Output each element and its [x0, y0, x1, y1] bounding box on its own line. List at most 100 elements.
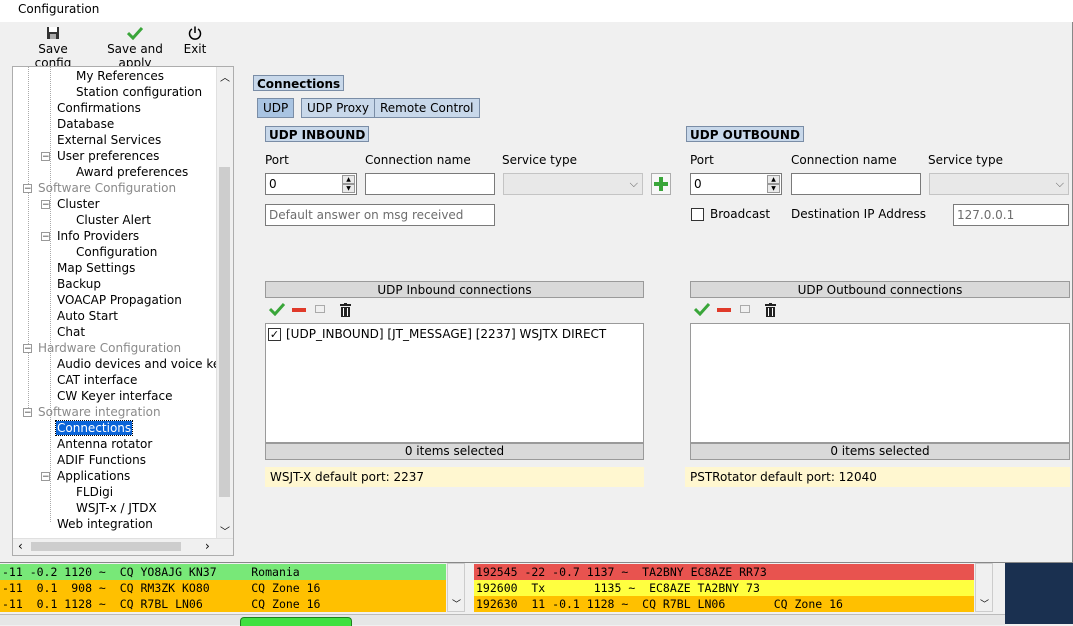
copy-icon[interactable]	[315, 305, 325, 313]
outbound-service-type-select[interactable]: ⌵	[929, 173, 1069, 195]
tree-item-applications[interactable]: Applications	[57, 468, 130, 484]
spin-up-icon[interactable]: ▲	[767, 175, 780, 184]
outbound-port-label: Port	[690, 153, 714, 167]
scrollbar-thumb[interactable]	[31, 542, 181, 551]
inbound-port-label: Port	[265, 153, 289, 167]
tree-vertical-scrollbar[interactable]: ︿ ﹀	[216, 67, 233, 539]
chevron-down-icon[interactable]: ﹀	[980, 597, 989, 610]
tree-item-software-integration[interactable]: Software integration	[38, 404, 161, 420]
outbound-connection-name-input[interactable]	[791, 173, 921, 195]
scrollbar-thumb[interactable]	[219, 167, 230, 497]
default-answer-placeholder: Default answer on msg received	[269, 208, 464, 222]
chevron-down-icon[interactable]: ﹀	[452, 597, 461, 610]
tree-item-voacap-propagation[interactable]: VOACAP Propagation	[57, 292, 182, 308]
inbound-service-type-select[interactable]: ⌵	[503, 173, 643, 195]
udp-inbound-list[interactable]: ✓ [UDP_INBOUND] [JT_MESSAGE] [2237] WSJT…	[265, 323, 644, 443]
settings-tree[interactable]: My References Station configuration Conf…	[12, 66, 234, 556]
tree-item-cluster-alert[interactable]: Cluster Alert	[76, 212, 151, 228]
collapse-toggle[interactable]: −	[23, 408, 32, 418]
tab-udp[interactable]: UDP	[257, 98, 295, 118]
udp-outbound-list-header: UDP Outbound connections	[690, 281, 1070, 298]
save-config-button[interactable]: Save config	[20, 26, 86, 70]
tree-item-antenna-rotator[interactable]: Antenna rotator	[57, 436, 152, 452]
save-and-apply-button[interactable]: Save and apply	[92, 26, 178, 70]
inbound-connection-name-input[interactable]	[365, 173, 495, 195]
collapse-toggle[interactable]: −	[41, 152, 50, 162]
window-title: Configuration	[18, 2, 100, 16]
tree-item-wsjtx-jtdx[interactable]: WSJT-x / JTDX	[76, 500, 157, 516]
trash-icon[interactable]	[765, 303, 776, 320]
remove-icon[interactable]	[717, 308, 731, 312]
tab-remote-control[interactable]: Remote Control	[374, 98, 480, 118]
spin-down-icon[interactable]: ▼	[342, 184, 355, 193]
tree-item-web-integration[interactable]: Web integration	[57, 516, 153, 532]
tree-item-award-preferences[interactable]: Award preferences	[76, 164, 188, 180]
outbound-port-input[interactable]: 0 ▲ ▼	[690, 173, 782, 195]
chevron-up-icon[interactable]: ︿	[220, 69, 230, 84]
tree-item-my-references[interactable]: My References	[76, 68, 164, 84]
tree-item-external-services[interactable]: External Services	[57, 132, 161, 148]
trash-icon[interactable]	[340, 303, 351, 320]
collapse-toggle[interactable]: −	[23, 184, 32, 194]
copy-icon[interactable]	[740, 305, 750, 313]
tree-horizontal-scrollbar[interactable]: ‹ ›	[13, 538, 233, 555]
left-decode-scrollbar[interactable]: ﹀	[447, 563, 465, 612]
remove-icon[interactable]	[292, 308, 306, 312]
tree-item-cw-keyer-interface[interactable]: CW Keyer interface	[57, 388, 172, 404]
udp-outbound-list[interactable]	[690, 323, 1070, 443]
decode-row[interactable]: 192545 -22 -0.7 1137 ~ TA2BNY EC8AZE RR7…	[474, 564, 974, 580]
spin-up-icon[interactable]: ▲	[342, 175, 355, 184]
inbound-port-input[interactable]: 0 ▲ ▼	[265, 173, 357, 195]
decode-row[interactable]: 192600 Tx 1135 ~ EC8AZE TA2BNY 73	[474, 580, 974, 596]
decode-row[interactable]: 192630 11 -0.1 1128 ~ CQ R7BL LN06 CQ Zo…	[474, 596, 974, 612]
default-answer-input[interactable]: Default answer on msg received	[265, 204, 495, 226]
pstrotator-port-hint: PSTRotator default port: 12040	[685, 467, 1070, 487]
chevron-right-icon[interactable]: ›	[205, 539, 210, 554]
tree-item-map-settings[interactable]: Map Settings	[57, 260, 135, 276]
decode-row[interactable]: -11 0.1 1128 ~ CQ R7BL LN06 CQ Zone 16	[0, 596, 446, 612]
tree-item-software-configuration[interactable]: Software Configuration	[38, 180, 176, 196]
list-item-label: [UDP_INBOUND] [JT_MESSAGE] [2237] WSJTX …	[286, 327, 607, 341]
right-decode-scrollbar[interactable]: ﹀	[975, 563, 993, 612]
destination-ip-input[interactable]: 127.0.0.1	[953, 204, 1069, 226]
chevron-left-icon[interactable]: ‹	[18, 539, 23, 554]
tree-item-user-preferences[interactable]: User preferences	[57, 148, 159, 164]
tree-item-cat-interface[interactable]: CAT interface	[57, 372, 137, 388]
tree-item-fldigi[interactable]: FLDigi	[76, 484, 113, 500]
tree-item-connections[interactable]: Connections	[54, 420, 134, 436]
collapse-toggle[interactable]: −	[41, 200, 50, 210]
exit-label: Exit	[183, 42, 207, 56]
tree-item-configuration[interactable]: Configuration	[76, 244, 157, 260]
spin-down-icon[interactable]: ▼	[767, 184, 780, 193]
collapse-toggle[interactable]: −	[23, 344, 32, 354]
outbound-list-toolbar	[690, 302, 810, 320]
exit-button[interactable]: Exit	[182, 26, 208, 60]
tab-udp-proxy[interactable]: UDP Proxy	[301, 98, 375, 118]
tree-item-database[interactable]: Database	[57, 116, 114, 132]
tree-item-backup[interactable]: Backup	[57, 276, 101, 292]
chevron-down-icon[interactable]: ﹀	[220, 523, 230, 538]
collapse-toggle[interactable]: −	[41, 232, 50, 242]
tree-item-cluster[interactable]: Cluster	[57, 196, 100, 212]
outbound-connection-name-label: Connection name	[791, 153, 897, 167]
outbound-port-value: 0	[694, 177, 702, 191]
tree-item-auto-start[interactable]: Auto Start	[57, 308, 118, 324]
decode-row[interactable]: -11 0.1 908 ~ CQ RM3ZK KO80 CQ Zone 16	[0, 580, 446, 596]
collapse-toggle[interactable]: −	[41, 472, 50, 482]
bottom-green-button[interactable]	[240, 617, 352, 626]
list-item-checkbox[interactable]: ✓	[268, 328, 281, 341]
checkmark-icon[interactable]	[268, 302, 286, 319]
tree-item-confirmations[interactable]: Confirmations	[57, 100, 141, 116]
broadcast-checkbox[interactable]	[691, 208, 704, 221]
checkmark-icon[interactable]	[693, 302, 711, 319]
tree-item-info-providers[interactable]: Info Providers	[57, 228, 139, 244]
decode-row[interactable]: -11 -0.2 1120 ~ CQ YO8AJG KN37 Romania	[0, 564, 446, 580]
plus-icon	[654, 177, 668, 191]
tree-item-hardware-configuration[interactable]: Hardware Configuration	[38, 340, 181, 356]
tree-item-adif-functions[interactable]: ADIF Functions	[57, 452, 146, 468]
tree-item-audio-devices[interactable]: Audio devices and voice keye	[57, 356, 233, 372]
checkmark-icon	[92, 26, 178, 42]
tree-item-station-configuration[interactable]: Station configuration	[76, 84, 202, 100]
add-connection-button[interactable]	[651, 173, 671, 195]
tree-item-chat[interactable]: Chat	[57, 324, 85, 340]
